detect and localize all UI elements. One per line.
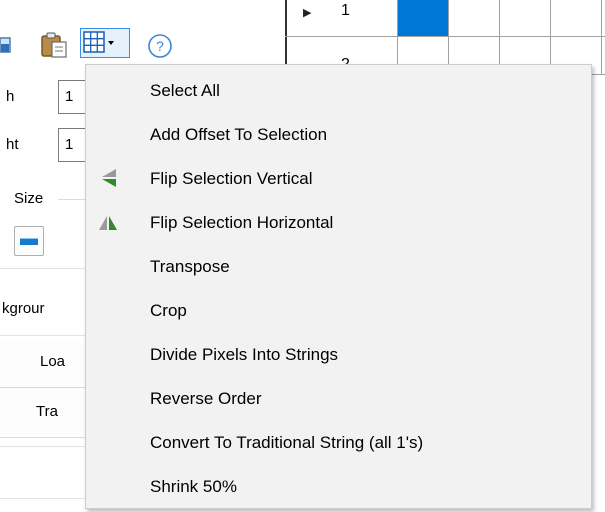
menu-item-shrink-50[interactable]: Shrink 50%: [86, 465, 591, 507]
pixel-size-icon: [20, 238, 38, 245]
height-label: ht: [6, 136, 19, 153]
menu-item-label: Select All: [150, 81, 220, 100]
menu-item-label: Divide Pixels Into Strings: [150, 345, 339, 364]
menu-item-divide-pixels[interactable]: Divide Pixels Into Strings: [86, 333, 591, 375]
menu-item-label: Transpose: [150, 257, 230, 276]
menu-item-transpose[interactable]: Transpose: [86, 245, 591, 287]
pixel-size-button[interactable]: [14, 226, 44, 256]
grid-context-menu: Select All Add Offset To Selection Flip …: [85, 64, 592, 509]
width-field[interactable]: 1: [58, 80, 86, 114]
menu-item-label: Convert To Traditional String (all 1's): [150, 433, 424, 452]
menu-item-crop[interactable]: Crop: [86, 289, 591, 331]
divider: [0, 268, 88, 269]
menu-item-flip-horizontal[interactable]: Flip Selection Horizontal: [86, 201, 591, 243]
menu-item-label: Crop: [150, 301, 187, 320]
document-icon[interactable]: [0, 30, 14, 58]
grid-menu-button[interactable]: [80, 28, 130, 58]
tra-button-label: Tra: [36, 403, 58, 420]
menu-item-label: Flip Selection Horizontal: [150, 213, 334, 232]
width-label: h: [6, 88, 15, 105]
chevron-down-icon: [108, 41, 114, 45]
grid-line: [601, 0, 602, 75]
load-button-label: Loa: [40, 353, 66, 370]
menu-item-select-all[interactable]: Select All: [86, 69, 591, 111]
selected-cell[interactable]: [398, 0, 448, 36]
menu-item-add-offset[interactable]: Add Offset To Selection: [86, 113, 591, 155]
grid-icon: [83, 31, 114, 53]
flip-horizontal-icon: [99, 216, 117, 230]
menu-item-label: Reverse Order: [150, 389, 262, 408]
divider: [0, 335, 88, 336]
help-icon[interactable]: ?: [147, 33, 173, 59]
svg-text:?: ?: [156, 38, 164, 54]
grid-line: [285, 36, 605, 37]
menu-item-label: Flip Selection Vertical: [150, 169, 313, 188]
menu-item-label: Shrink 50%: [150, 477, 237, 496]
background-label: kgrour: [2, 300, 45, 317]
flip-vertical-icon: [102, 169, 116, 187]
height-field[interactable]: 1: [58, 128, 86, 162]
divider: [0, 498, 88, 499]
group-divider: [58, 199, 88, 200]
divider: [0, 446, 88, 447]
current-row-arrow-icon: ▶: [303, 7, 312, 19]
size-group-label: Size: [14, 190, 44, 207]
menu-item-flip-vertical[interactable]: Flip Selection Vertical: [86, 157, 591, 199]
menu-item-label: Add Offset To Selection: [150, 125, 328, 144]
tra-button[interactable]: Tra: [0, 388, 88, 438]
paste-icon[interactable]: [38, 30, 72, 58]
load-button[interactable]: Loa: [0, 338, 88, 388]
menu-item-convert-traditional[interactable]: Convert To Traditional String (all 1's): [86, 421, 591, 463]
row-header-1: 1: [341, 2, 350, 19]
menu-item-reverse-order[interactable]: Reverse Order: [86, 377, 591, 419]
